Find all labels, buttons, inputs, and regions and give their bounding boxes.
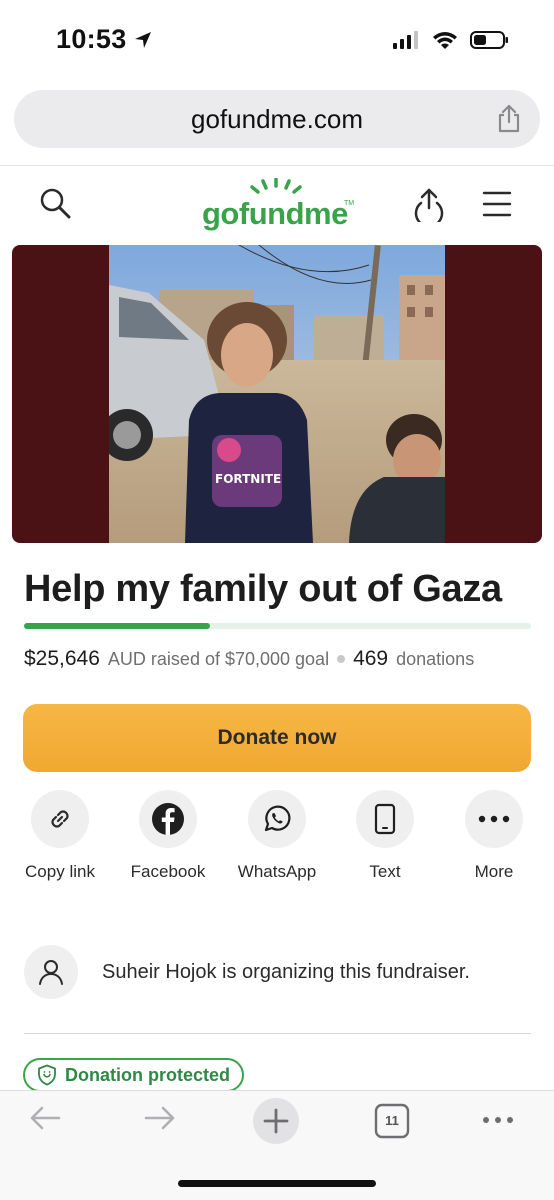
share-label: More: [474, 862, 514, 881]
share-label: Text: [369, 862, 401, 881]
back-arrow-icon: [30, 1106, 61, 1130]
share-icon[interactable]: [496, 104, 522, 134]
site-header: gofundme TM: [0, 170, 554, 242]
new-tab-plus-icon: [253, 1098, 299, 1144]
organizer-text: Suheir Hojok is organizing this fundrais…: [102, 960, 470, 983]
share-circle[interactable]: [248, 790, 306, 848]
url-bar[interactable]: gofundme.com: [14, 90, 540, 148]
status-icons: [392, 30, 510, 50]
search-icon[interactable]: [38, 186, 74, 222]
tabs-button[interactable]: 11: [374, 1103, 410, 1139]
donate-now-button[interactable]: Donate now: [23, 704, 531, 772]
photo-scene: FORTNITE: [109, 245, 445, 543]
share-more[interactable]: More: [440, 790, 548, 882]
share-label: Copy link: [25, 862, 95, 881]
progress-bar: [24, 623, 531, 629]
wifi-icon: [433, 32, 457, 49]
share-circle[interactable]: [139, 790, 197, 848]
status-time: 10:53: [56, 24, 127, 54]
share-label: WhatsApp: [237, 862, 317, 881]
cellular-signal-icon: [393, 31, 418, 49]
raised-amount: $25,646: [24, 647, 100, 670]
battery-icon: [470, 31, 508, 49]
share-facebook[interactable]: Facebook: [114, 790, 222, 882]
link-icon: [51, 810, 69, 828]
donation-protected-badge[interactable]: Donation protected: [23, 1058, 244, 1092]
share-label: Facebook: [130, 862, 206, 881]
phone-icon: [374, 803, 396, 835]
upload-icon[interactable]: [412, 186, 446, 222]
new-tab-button[interactable]: [252, 1097, 300, 1145]
user-icon: [39, 960, 63, 985]
home-indicator[interactable]: [178, 1180, 376, 1187]
fundraiser-title: Help my family out of Gaza: [24, 568, 502, 610]
hamburger-menu-icon[interactable]: [482, 190, 512, 218]
badge-label: Donation protected: [65, 1064, 230, 1085]
share-circle[interactable]: [356, 790, 414, 848]
logo-text: gofundme: [202, 196, 348, 231]
organizer-row[interactable]: Suheir Hojok is organizing this fundrais…: [24, 944, 531, 1000]
share-options: Copy link Facebook WhatsApp Text More: [0, 790, 554, 890]
status-time-group: 10:53: [56, 24, 153, 55]
share-circle[interactable]: [465, 790, 523, 848]
more-button[interactable]: [482, 1115, 514, 1125]
more-dots-icon: [478, 815, 510, 823]
progress-fill: [24, 623, 210, 629]
forward-arrow-icon: [144, 1106, 175, 1130]
location-arrow-icon: [134, 31, 151, 48]
share-text[interactable]: Text: [331, 790, 439, 882]
gofundme-logo[interactable]: gofundme TM: [200, 178, 360, 238]
share-circle[interactable]: [31, 790, 89, 848]
donations-count: 469: [353, 647, 389, 670]
separator-dot: [337, 655, 346, 663]
status-bar: 10:53: [0, 0, 554, 82]
logo-tm: TM: [344, 200, 355, 207]
tab-count: 11: [385, 1113, 399, 1128]
back-button[interactable]: [28, 1103, 62, 1133]
hero-image[interactable]: FORTNITE: [12, 245, 542, 543]
more-icon: [483, 1117, 513, 1123]
url-text[interactable]: gofundme.com: [14, 104, 540, 135]
fundraiser-photo: FORTNITE: [109, 245, 445, 543]
shield-icon: [38, 1064, 56, 1086]
donations-text[interactable]: donations: [396, 649, 474, 670]
share-whatsapp[interactable]: WhatsApp: [223, 790, 331, 882]
section-divider: [24, 1033, 531, 1034]
avatar: [24, 945, 78, 999]
whatsapp-icon: [264, 805, 291, 832]
share-copy-link[interactable]: Copy link: [6, 790, 114, 882]
shirt-text: FORTNITE: [215, 472, 281, 486]
raised-summary: $25,646 AUD raised of $70,000 goal 469 d…: [24, 647, 474, 671]
forward-button[interactable]: [143, 1103, 177, 1133]
browser-divider: [0, 165, 554, 166]
facebook-icon: [152, 803, 184, 835]
raised-text: AUD raised of $70,000 goal: [107, 649, 330, 669]
